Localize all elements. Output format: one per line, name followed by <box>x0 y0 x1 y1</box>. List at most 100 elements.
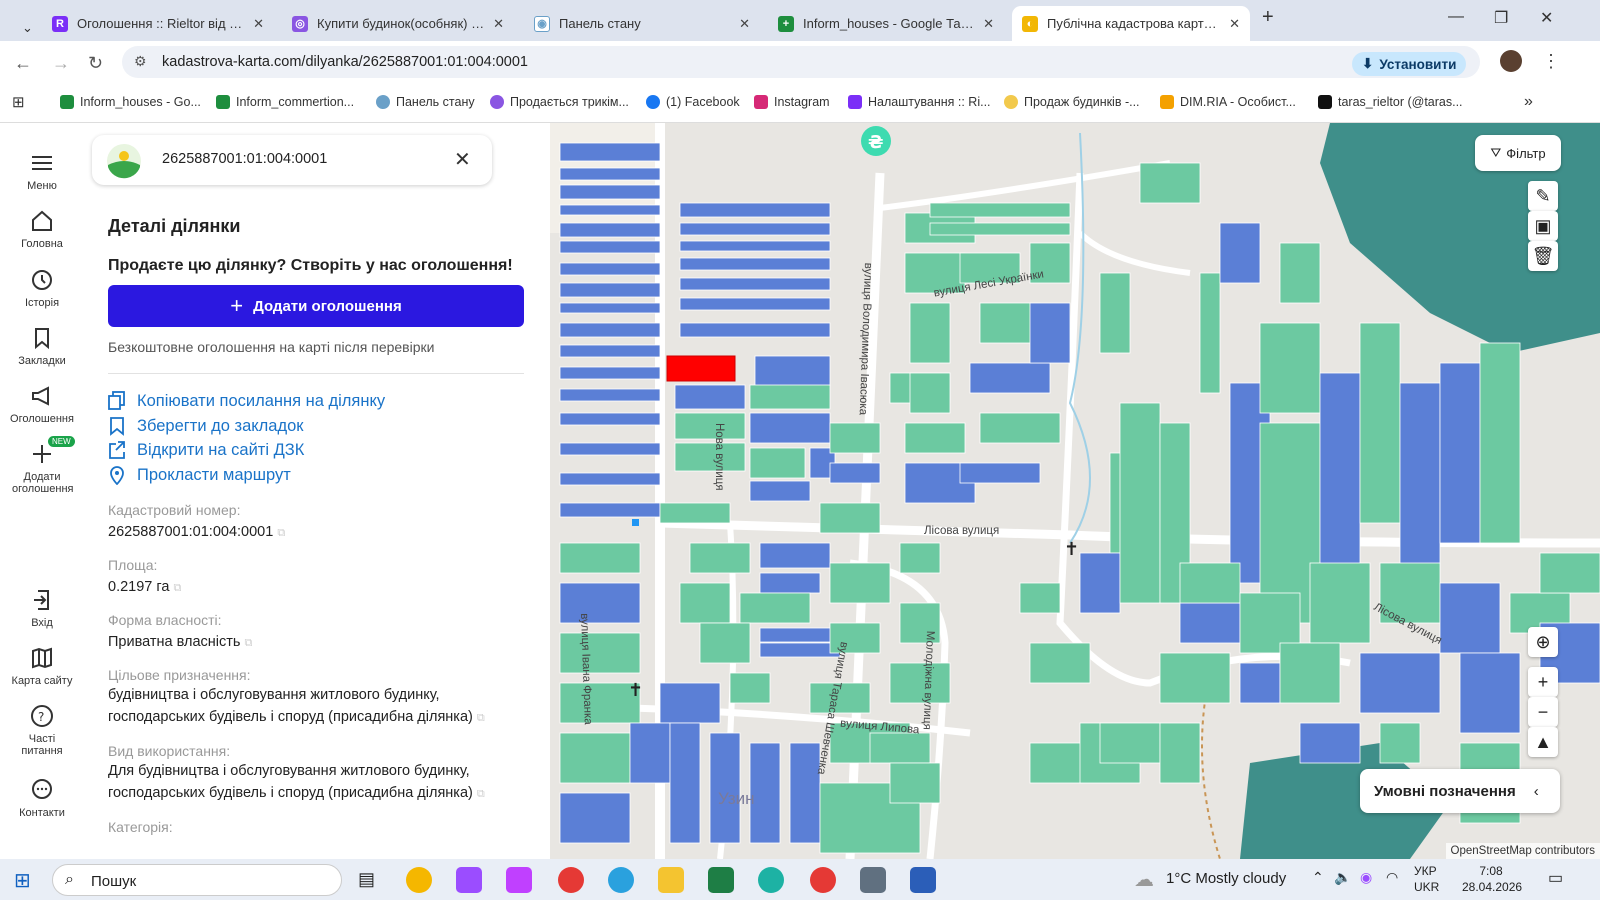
delete-drawing-button[interactable]: 🗑 <box>1528 241 1558 271</box>
window-close-icon[interactable]: ✕ <box>1540 8 1553 28</box>
reload-icon[interactable]: ↻ <box>88 53 103 74</box>
parcel[interactable] <box>729 672 771 704</box>
tab-cadastral-map[interactable]: ◐ Публічна кадастрова карта Ук... ✕ <box>1012 6 1250 41</box>
bookmark-item[interactable]: (1) Facebook <box>646 95 740 109</box>
parcel[interactable] <box>1359 652 1441 714</box>
bookmark-item[interactable]: taras_rieltor (@taras... <box>1318 95 1463 109</box>
new-tab-icon[interactable]: + <box>1262 6 1274 29</box>
tab-google-sheets[interactable]: + Inform_houses - Google Таблиці ✕ <box>768 6 1004 41</box>
parcel[interactable] <box>1099 722 1161 764</box>
parcel[interactable] <box>559 388 661 402</box>
parcel[interactable] <box>899 542 941 574</box>
more-menu-icon[interactable]: ⋮ <box>1542 51 1560 72</box>
parcel[interactable] <box>1119 402 1161 604</box>
parcel[interactable] <box>749 412 831 444</box>
parcel[interactable] <box>559 204 661 216</box>
tab-dashboard[interactable]: ◉ Панель стану ✕ <box>524 6 760 41</box>
calculator-icon[interactable] <box>860 867 886 893</box>
parcel[interactable] <box>819 502 881 534</box>
bookmark-item[interactable]: Панель стану <box>376 95 475 109</box>
search-input[interactable]: 2625887001:01:004:0001 <box>162 151 327 167</box>
parcel[interactable] <box>1309 562 1371 644</box>
nav-faq[interactable]: ? Часті питання <box>0 702 84 757</box>
parcel[interactable] <box>659 682 721 724</box>
chrome-icon[interactable] <box>558 867 584 893</box>
url-text[interactable]: kadastrova-karta.com/dilyanka/2625887001… <box>162 54 528 70</box>
close-icon[interactable]: ✕ <box>739 16 750 32</box>
parcel[interactable] <box>559 184 661 200</box>
parcel[interactable] <box>829 422 881 454</box>
parcel[interactable] <box>699 622 751 664</box>
parcel[interactable] <box>1279 242 1321 304</box>
parcel[interactable] <box>559 502 661 518</box>
filter-button[interactable]: ⛛ Фільтр <box>1475 135 1561 171</box>
close-icon[interactable]: ✕ <box>454 147 471 172</box>
bookmark-item[interactable]: Instagram <box>754 95 830 109</box>
cloud-weather-icon[interactable]: ☁ <box>1134 867 1154 892</box>
save-bookmark-action[interactable]: Зберегти до закладок <box>108 416 304 436</box>
parcel[interactable] <box>679 222 831 236</box>
map-attribution[interactable]: OpenStreetMap contributors <box>1445 843 1600 859</box>
nav-contacts[interactable]: Контакти <box>0 776 84 819</box>
parcel[interactable] <box>1239 662 1281 704</box>
nav-menu[interactable]: Меню <box>0 149 84 192</box>
parcel[interactable] <box>759 542 831 569</box>
install-app-button[interactable]: ⬇ Установити <box>1352 52 1467 76</box>
copy-icon[interactable]: ⧉ <box>277 527 285 539</box>
parcel[interactable] <box>909 302 951 364</box>
file-explorer-icon[interactable] <box>658 867 684 893</box>
nav-listings[interactable]: Оголошення <box>0 382 84 425</box>
site-info-icon[interactable]: ⚙ <box>134 53 147 70</box>
parcel[interactable] <box>1179 562 1241 604</box>
parcel[interactable] <box>559 344 661 358</box>
parcel[interactable] <box>1029 302 1071 364</box>
parcel[interactable] <box>1159 652 1231 704</box>
profile-avatar[interactable] <box>1500 50 1522 72</box>
parcel[interactable] <box>789 742 821 844</box>
back-icon[interactable]: ← <box>14 53 32 74</box>
zoom-out-button[interactable]: − <box>1528 697 1558 727</box>
zoom-in-button[interactable]: + <box>1528 667 1558 697</box>
parcel[interactable] <box>1459 652 1521 734</box>
parcel[interactable] <box>1179 602 1241 644</box>
parcel[interactable] <box>969 362 1051 394</box>
parcel[interactable] <box>559 632 641 674</box>
map-marker[interactable] <box>632 519 639 526</box>
parcel[interactable] <box>739 592 811 624</box>
telegram-icon[interactable] <box>608 867 634 893</box>
parcel[interactable] <box>559 282 661 298</box>
close-icon[interactable]: ✕ <box>493 16 504 32</box>
app-icon[interactable] <box>456 867 482 893</box>
parcel[interactable] <box>559 262 661 276</box>
parcel[interactable] <box>1079 552 1121 614</box>
speaker-icon[interactable]: 🔈 <box>1334 869 1351 886</box>
add-listing-button[interactable]: + Додати оголошення <box>108 285 524 327</box>
parcel[interactable] <box>559 222 661 238</box>
parcel[interactable] <box>1379 722 1421 764</box>
close-icon[interactable]: ✕ <box>983 16 994 32</box>
nav-history[interactable]: Історія <box>0 266 84 309</box>
parcel[interactable] <box>1479 342 1521 544</box>
copilot-icon[interactable] <box>506 867 532 893</box>
parcel[interactable] <box>749 480 811 502</box>
parcel[interactable] <box>674 412 746 440</box>
parcel[interactable] <box>559 302 661 314</box>
parcel[interactable] <box>1319 372 1361 574</box>
copy-icon[interactable]: ⧉ <box>477 788 485 800</box>
parcel[interactable] <box>749 447 806 479</box>
parcel[interactable] <box>674 384 746 410</box>
bookmark-item[interactable]: Продається трикім... <box>490 95 629 109</box>
nav-bookmarks[interactable]: Закладки <box>0 324 84 367</box>
parcel[interactable] <box>1539 552 1600 594</box>
parcel[interactable] <box>1259 322 1321 414</box>
tab-rieltor[interactable]: R Оголошення :: Rieltor від ЛУН ✕ <box>42 6 274 41</box>
taskbar-search[interactable]: ⌕ Пошук <box>52 864 342 896</box>
app-tray-icon[interactable]: ◉ <box>1360 869 1372 886</box>
parcel[interactable] <box>1439 582 1501 654</box>
parcel[interactable] <box>559 442 661 456</box>
parcel[interactable] <box>679 240 831 252</box>
open-dzk-action[interactable]: Відкрити на сайті ДЗК <box>108 440 304 460</box>
draw-line-button[interactable]: ✎ <box>1528 181 1558 211</box>
parcel[interactable] <box>749 384 831 410</box>
parcel[interactable] <box>1099 272 1131 354</box>
